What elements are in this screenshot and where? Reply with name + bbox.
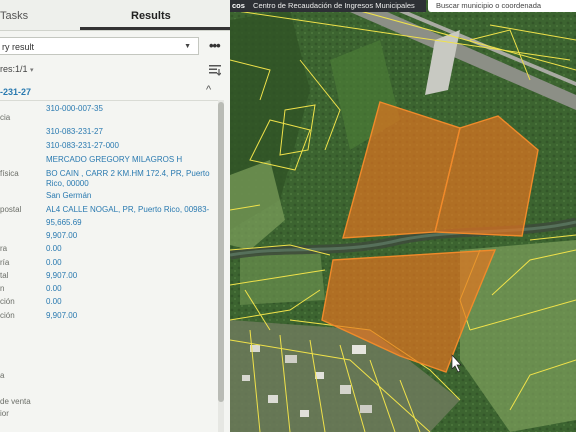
map-view[interactable]: cos Centro de Recaudación de Ingresos Mu… (230, 0, 576, 432)
dropdown-value: ry result (2, 42, 35, 52)
attr-value: 310-000-007-35 (46, 104, 103, 113)
attr-label: postal (0, 205, 22, 214)
attr-value: 9,907.00 (46, 311, 78, 320)
attr-value: MERCADO GREGORY MILAGROS H (46, 155, 183, 164)
more-options-button[interactable]: ••• (209, 38, 221, 53)
features-count[interactable]: res:1/1 ▾ (0, 64, 34, 74)
attr-label: cia (0, 113, 11, 122)
features-label: res:1/1 (0, 64, 28, 74)
results-panel: Tasks Results ry result ▼ ••• res:1/1 ▾ … (0, 0, 231, 432)
app-brand: cos (232, 1, 245, 10)
chevron-down-icon: ▼ (184, 43, 191, 50)
attr-value: 95,665.69 (46, 218, 82, 227)
attr-label: ior (0, 409, 9, 418)
attr-label: ción (0, 311, 15, 320)
record-id: -231-27 (0, 87, 32, 97)
attr-value: AL4 CALLE NOGAL, PR, Puerto Rico, 00983- (46, 205, 210, 214)
search-input[interactable]: Buscar municipio o coordenada (428, 0, 576, 12)
search-placeholder: Buscar municipio o coordenada (436, 1, 542, 10)
attr-value: San Germán (46, 191, 92, 200)
satellite-imagery[interactable] (230, 0, 576, 432)
active-tab-indicator (80, 27, 230, 30)
app-title: Centro de Recaudación de Ingresos Munici… (253, 1, 415, 10)
attr-value: 0.00 (46, 297, 62, 306)
record-header[interactable]: -231-27 ^ (0, 84, 220, 101)
attr-label: ción (0, 297, 15, 306)
scrollbar-thumb[interactable] (218, 102, 224, 402)
attr-label: ra (0, 244, 8, 253)
panel-tabbar: Tasks Results (0, 0, 230, 31)
chevron-up-icon[interactable]: ^ (206, 84, 211, 96)
map-title-bar: cos Centro de Recaudación de Ingresos Mu… (230, 0, 426, 12)
tab-results[interactable]: Results (131, 10, 171, 22)
attr-label: de venta (0, 397, 31, 406)
tab-tasks[interactable]: Tasks (0, 10, 28, 22)
attr-label: física (0, 169, 19, 178)
attr-value: 0.00 (46, 258, 62, 267)
attr-value: 0.00 (46, 244, 62, 253)
chevron-down-icon: ▾ (30, 67, 34, 74)
attr-value: 310-083-231-27-000 (46, 141, 119, 150)
attr-value: BO CAIN , CARR 2 KM.HM 172.4, PR, Puerto… (46, 169, 210, 188)
attr-value: 0.00 (46, 284, 62, 293)
attr-value: 9,907.00 (46, 231, 78, 240)
attr-label: n (0, 284, 5, 293)
attr-value: 9,907.00 (46, 271, 78, 280)
result-layer-dropdown[interactable]: ry result ▼ (0, 37, 199, 55)
attr-value: 310-083-231-27 (46, 127, 103, 136)
attr-label: ría (0, 258, 10, 267)
attr-label: tal (0, 271, 9, 280)
list-options-icon[interactable] (209, 65, 221, 76)
attr-label: a (0, 371, 5, 380)
